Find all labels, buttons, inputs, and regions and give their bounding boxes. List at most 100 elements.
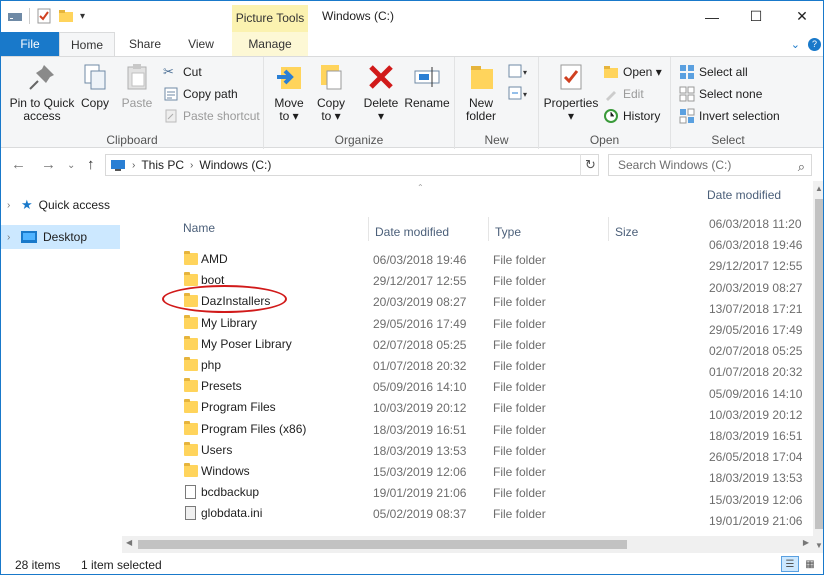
- file-date-modified: 18/03/2019 16:51: [373, 422, 467, 437]
- history-button[interactable]: History: [603, 107, 660, 125]
- file-date-modified: 20/03/2019 08:27: [373, 295, 467, 310]
- expand-chevron-icon[interactable]: ›: [7, 200, 15, 211]
- rename-button[interactable]: Rename: [404, 61, 450, 110]
- scroll-right-arrow-icon[interactable]: ▶: [803, 538, 809, 547]
- edit-button[interactable]: Edit: [603, 85, 644, 103]
- easy-access-icon[interactable]: ▾: [507, 85, 529, 101]
- date-value: 29/12/2017 12:55: [709, 259, 803, 274]
- details-view-icon[interactable]: ☰: [781, 556, 799, 572]
- back-arrow-icon[interactable]: ←: [11, 156, 26, 173]
- close-button[interactable]: ✕: [779, 1, 823, 32]
- table-row[interactable]: globdata.ini 05/02/2019 08:37 File folder: [122, 503, 701, 524]
- new-item-icon[interactable]: ▾: [507, 63, 529, 79]
- expand-chevron-icon[interactable]: ›: [7, 232, 15, 243]
- organize-group: Move to ▾ Copy to ▾ Delete ▾ Rename Orga…: [264, 57, 455, 149]
- select-group: Select all Select none Invert selection …: [671, 57, 785, 149]
- new-folder-button[interactable]: New folder: [461, 61, 501, 123]
- search-input[interactable]: Search Windows (C:) ⌕: [608, 154, 812, 176]
- column-divider[interactable]: [488, 217, 489, 241]
- up-arrow-icon[interactable]: ↑: [87, 156, 95, 173]
- paste-icon: [127, 64, 147, 90]
- new-folder-label: New: [468, 96, 493, 110]
- tab-manage[interactable]: Manage: [232, 32, 308, 56]
- svg-text:▾: ▾: [523, 68, 527, 77]
- table-row[interactable]: Users 18/03/2019 13:53 File folder: [122, 440, 701, 461]
- tab-view[interactable]: View: [175, 32, 227, 56]
- scroll-up-arrow-icon[interactable]: ▲: [815, 184, 823, 193]
- customize-toolbar-dropdown[interactable]: ▾: [80, 11, 85, 22]
- table-row[interactable]: Program Files 10/03/2019 20:12 File folder: [122, 397, 701, 418]
- drive-icon[interactable]: [7, 9, 23, 23]
- vertical-scroll-thumb[interactable]: [815, 199, 823, 529]
- horizontal-scroll-thumb[interactable]: [138, 540, 627, 549]
- new-group-label: New: [484, 133, 509, 147]
- column-header-type[interactable]: Type: [495, 223, 521, 247]
- select-none-button[interactable]: Select none: [679, 85, 762, 103]
- tab-home[interactable]: Home: [59, 32, 115, 56]
- sidebar-item-quick-access[interactable]: › ★ Quick access: [1, 193, 120, 217]
- paste-shortcut-button[interactable]: Paste shortcut: [163, 107, 260, 125]
- search-icon[interactable]: ⌕: [798, 157, 805, 177]
- table-row[interactable]: Program Files (x86) 18/03/2019 16:51 File …: [122, 419, 701, 440]
- quick-access-toolbar: ▾: [7, 8, 85, 24]
- date-value: 18/03/2019 16:51: [709, 429, 803, 443]
- column-header-name[interactable]: Name: [183, 219, 215, 243]
- invert-selection-button[interactable]: Invert selection: [679, 107, 780, 125]
- column-header-date[interactable]: Date modified: [707, 188, 781, 202]
- column-divider[interactable]: [368, 217, 369, 241]
- tab-share[interactable]: Share: [119, 32, 171, 56]
- table-row[interactable]: My Poser Library 02/07/2018 05:25 File fol…: [122, 334, 701, 355]
- column-divider[interactable]: [608, 217, 609, 241]
- large-icons-view-icon[interactable]: ▦: [801, 556, 819, 572]
- properties-check-icon[interactable]: [36, 8, 52, 24]
- copy-button[interactable]: Copy: [77, 61, 113, 110]
- sidebar-item-desktop[interactable]: › Desktop: [1, 225, 120, 249]
- column-header-size[interactable]: Size: [615, 223, 638, 247]
- table-row[interactable]: Presets 05/09/2016 14:10 File folder: [122, 376, 701, 397]
- delete-button[interactable]: Delete ▾: [361, 61, 401, 123]
- breadcrumb-this-pc[interactable]: This PC: [141, 158, 184, 172]
- breadcrumb-windows-c[interactable]: Windows (C:): [199, 158, 271, 172]
- new-folder-icon[interactable]: [58, 9, 74, 23]
- forward-arrow-icon[interactable]: →: [41, 156, 56, 173]
- maximize-button[interactable]: ☐: [733, 1, 779, 32]
- desktop-icon: [21, 231, 37, 243]
- annotation-ellipse: [162, 285, 287, 313]
- breadcrumb-chevron-icon[interactable]: ›: [132, 160, 135, 171]
- file-type: File folder: [493, 380, 546, 395]
- table-row[interactable]: My Library 29/05/2016 17:49 File folder: [122, 313, 701, 334]
- properties-button[interactable]: Properties ▾: [543, 61, 599, 123]
- breadcrumb-chevron-icon[interactable]: ›: [190, 160, 193, 171]
- table-row[interactable]: AMD 06/03/2018 19:46 File folder: [122, 249, 701, 270]
- open-button[interactable]: Open ▾: [603, 63, 662, 81]
- recent-locations-dropdown[interactable]: ⌄: [67, 160, 75, 171]
- file-name: Users: [201, 442, 233, 457]
- copy-path-button[interactable]: Copy path: [163, 85, 238, 103]
- table-row[interactable]: Windows 15/03/2019 12:06 File folder: [122, 461, 701, 482]
- vertical-scrollbar[interactable]: ▲ ▼: [813, 181, 823, 553]
- table-row[interactable]: php 01/07/2018 20:32 File folder: [122, 355, 701, 376]
- tab-file[interactable]: File: [1, 32, 59, 56]
- copy-to-icon: [321, 65, 342, 90]
- address-bar[interactable]: › This PC › Windows (C:): [105, 154, 599, 176]
- paste-button[interactable]: Paste: [118, 61, 156, 110]
- table-row[interactable]: bcdbackup 19/01/2019 21:06 File folder: [122, 482, 701, 503]
- move-to-button[interactable]: Move to ▾: [272, 61, 306, 123]
- select-all-icon: [680, 65, 694, 79]
- refresh-icon[interactable]: ↻: [580, 154, 600, 176]
- collapse-ribbon-icon[interactable]: ⌄: [791, 38, 800, 51]
- date-value: 29/05/2016 17:49: [709, 323, 803, 337]
- copy-to-button[interactable]: Copy to ▾: [313, 61, 349, 123]
- horizontal-scrollbar[interactable]: ◀ ▶: [122, 536, 813, 553]
- minimize-button[interactable]: —: [689, 1, 735, 32]
- column-header-date[interactable]: Date modified: [375, 223, 449, 247]
- sidebar-item-label: Quick access: [38, 198, 111, 212]
- cut-button[interactable]: ✂ Cut: [163, 63, 202, 81]
- select-all-button[interactable]: Select all: [679, 63, 748, 81]
- scroll-left-arrow-icon[interactable]: ◀: [126, 538, 132, 547]
- help-icon[interactable]: ?: [808, 38, 821, 51]
- scroll-down-arrow-icon[interactable]: ▼: [815, 541, 823, 550]
- file-type: File folder: [493, 253, 546, 267]
- pin-to-quick-access-button[interactable]: Pin to Quick access: [7, 61, 77, 123]
- sort-indicator: ⌃: [417, 183, 424, 192]
